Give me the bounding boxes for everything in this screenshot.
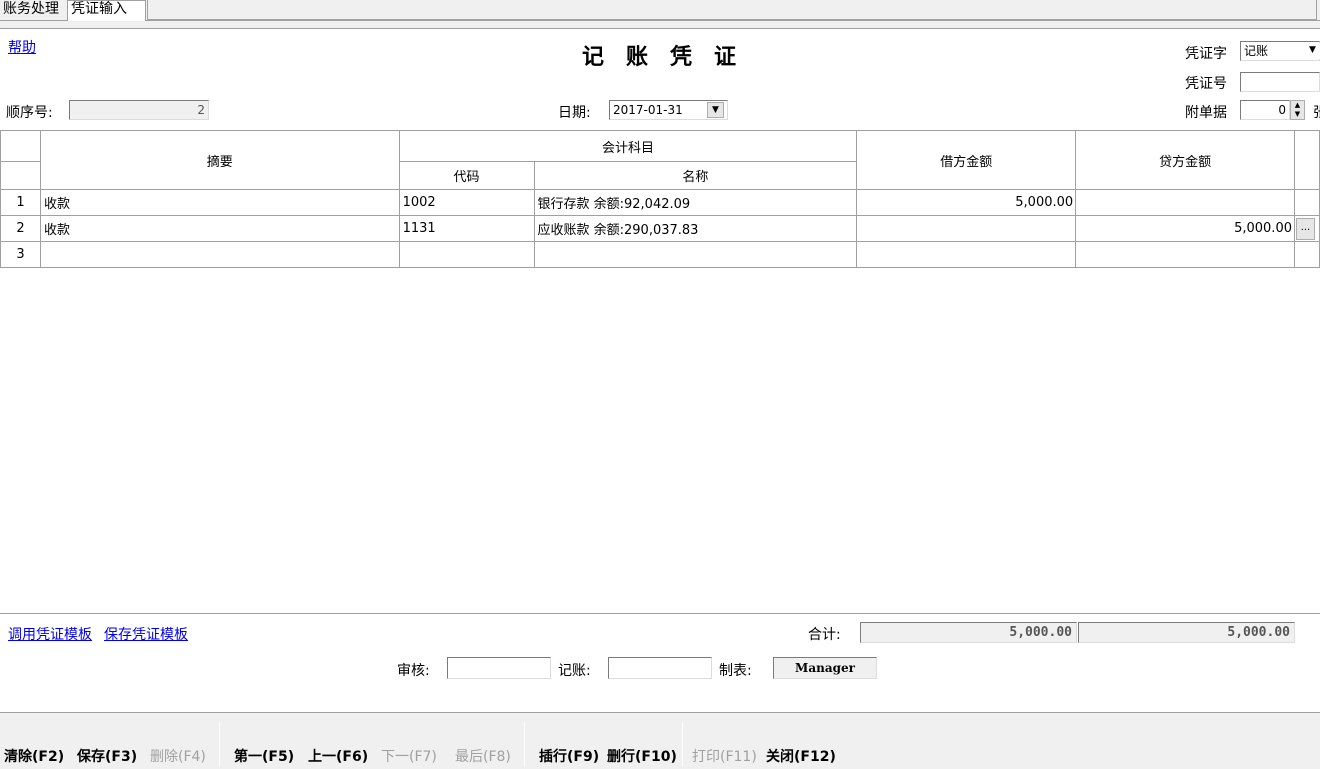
row-number-header: [0, 130, 41, 162]
attach-spinner[interactable]: ▲ ▼: [1290, 100, 1305, 120]
save-template-link[interactable]: 保存凭证模板: [104, 624, 188, 644]
spin-down-icon[interactable]: ▼: [1291, 110, 1304, 119]
voucher-no-field[interactable]: [1240, 72, 1320, 92]
action-cell: [1293, 189, 1320, 216]
voucher-title: 记账凭证: [581, 44, 758, 70]
debit-cell[interactable]: [856, 215, 1077, 242]
row-number: 2: [0, 215, 41, 242]
table-row[interactable]: 1 收款 1002 银行存款 余额:92,042.09 5,000.00: [0, 189, 1320, 216]
delete-row-button[interactable]: 删行(F10): [607, 746, 677, 766]
voucher-no-label: 凭证号: [1185, 76, 1227, 92]
total-debit: 5,000.00: [860, 622, 1077, 643]
tab-strip: 账务处理 凭证输入: [0, 0, 1320, 21]
toolbar-separator: [682, 722, 683, 767]
total-credit: 5,000.00: [1078, 622, 1295, 643]
tab-accounting[interactable]: 账务处理: [0, 0, 66, 21]
save-button[interactable]: 保存(F3): [77, 746, 137, 766]
bottom-toolbar: 清除(F2) 保存(F3) 删除(F4) 第一(F5) 上一(F6) 下一(F7…: [0, 718, 1320, 769]
spin-up-icon[interactable]: ▲: [1291, 101, 1304, 110]
table-row[interactable]: 3: [0, 241, 1320, 268]
first-button[interactable]: 第一(F5): [234, 746, 294, 766]
grid-bottom-border: [0, 613, 1320, 614]
voucher-word-value: 记账: [1244, 44, 1269, 58]
name-cell[interactable]: 银行存款 余额:92,042.09: [533, 189, 858, 216]
seq-field: 2: [69, 100, 209, 120]
insert-row-button[interactable]: 插行(F9): [539, 746, 599, 766]
seq-label: 顺序号:: [6, 105, 53, 121]
next-button[interactable]: 下一(F7): [381, 746, 437, 766]
date-chevron-down-icon[interactable]: ▼: [707, 102, 724, 118]
review-field: [447, 657, 551, 679]
name-cell[interactable]: [533, 241, 858, 268]
voucher-table: 摘要 会计科目 借方金额 贷方金额 代码 名称 1 收款 1002 银行存款 余…: [0, 130, 1320, 268]
maker-label: 制表:: [719, 663, 752, 679]
post-label: 记账:: [558, 663, 591, 679]
toolbar-separator: [524, 722, 525, 767]
prev-button[interactable]: 上一(F6): [308, 746, 368, 766]
use-template-link[interactable]: 调用凭证模板: [8, 624, 92, 644]
tab-strip-filler: [147, 0, 1317, 20]
total-label: 合计:: [808, 627, 841, 643]
clear-button[interactable]: 清除(F2): [4, 746, 64, 766]
date-label: 日期:: [558, 105, 591, 121]
toolbar-separator: [219, 722, 220, 767]
review-label: 审核:: [397, 663, 430, 679]
attach-count-field[interactable]: 0: [1240, 100, 1290, 120]
summary-cell[interactable]: [39, 241, 400, 268]
code-cell[interactable]: 1131: [398, 215, 535, 242]
help-link[interactable]: 帮助: [8, 37, 36, 57]
row-number-header-2: [0, 161, 41, 190]
action-cell: [1293, 241, 1320, 268]
ellipsis-button[interactable]: ...: [1295, 217, 1315, 240]
name-header: 名称: [533, 161, 858, 190]
code-header: 代码: [398, 161, 535, 190]
delete-button[interactable]: 删除(F4): [150, 746, 206, 766]
row-number: 3: [0, 241, 41, 268]
date-value: 2017-01-31: [613, 103, 683, 117]
credit-cell[interactable]: 5,000.00: [1075, 215, 1295, 242]
credit-cell[interactable]: [1075, 241, 1295, 268]
voucher-word-chevron-down-icon[interactable]: ▼: [1304, 43, 1320, 59]
post-field: [608, 657, 712, 679]
row-number: 1: [0, 189, 41, 216]
action-cell: ...: [1293, 215, 1320, 242]
close-button[interactable]: 关闭(F12): [766, 746, 836, 766]
debit-cell[interactable]: 5,000.00: [856, 189, 1077, 216]
table-row[interactable]: 2 收款 1131 应收账款 余额:290,037.83 5,000.00 ..…: [0, 215, 1320, 242]
voucher-panel: 帮助 记账凭证 凭证字 记账 ▼ 凭证号 附单据 0 ▲ ▼ 张 顺序号: 2 …: [0, 28, 1320, 713]
summary-cell[interactable]: 收款: [39, 215, 400, 242]
voucher-word-label: 凭证字: [1185, 46, 1227, 62]
code-cell[interactable]: [398, 241, 535, 268]
last-button[interactable]: 最后(F8): [455, 746, 511, 766]
name-cell[interactable]: 应收账款 余额:290,037.83: [533, 215, 858, 242]
action-header: [1293, 130, 1320, 190]
attach-label: 附单据: [1185, 105, 1227, 121]
debit-header: 借方金额: [856, 130, 1077, 190]
maker-field: Manager: [773, 657, 877, 679]
summary-cell[interactable]: 收款: [39, 189, 400, 216]
voucher-window: 账务处理 凭证输入 帮助 记账凭证 凭证字 记账 ▼ 凭证号 附单据 0 ▲ ▼…: [0, 0, 1320, 769]
credit-header: 贷方金额: [1075, 130, 1295, 190]
print-button[interactable]: 打印(F11): [692, 746, 757, 766]
tab-voucher-entry[interactable]: 凭证输入: [67, 0, 146, 21]
code-cell[interactable]: 1002: [398, 189, 535, 216]
account-header: 会计科目: [398, 130, 858, 162]
voucher-grid: 摘要 会计科目 借方金额 贷方金额 代码 名称 1 收款 1002 银行存款 余…: [0, 130, 1320, 614]
attach-suffix: 张: [1313, 102, 1320, 122]
summary-header: 摘要: [39, 130, 400, 190]
credit-cell[interactable]: [1075, 189, 1295, 216]
debit-cell[interactable]: [856, 241, 1077, 268]
